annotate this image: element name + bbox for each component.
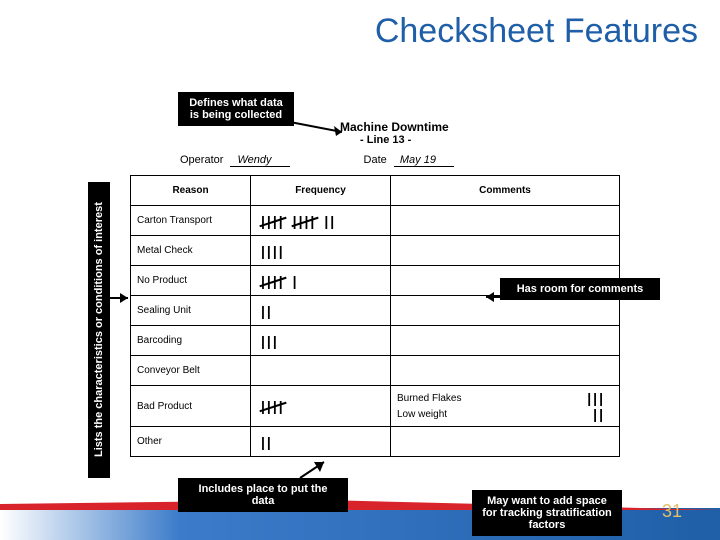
comment-cell [391, 206, 620, 236]
frequency-cell: |||| [251, 236, 391, 266]
frequency-cell: || [251, 296, 391, 326]
comment-cell [391, 296, 620, 326]
sheet-fields: Operator Wendy Date May 19 [180, 154, 454, 167]
reason-cell: No Product [131, 266, 251, 296]
reason-cell: Carton Transport [131, 206, 251, 236]
table-row: Bad Product |||| Burned Flakes|||Low wei… [131, 386, 620, 427]
frequency-cell: ||| [251, 326, 391, 356]
frequency-cell [251, 356, 391, 386]
reason-cell: Barcoding [131, 326, 251, 356]
col-frequency: Frequency [251, 176, 391, 206]
callout-lists: Lists the characteristics or conditions … [88, 182, 110, 478]
comment-cell [391, 236, 620, 266]
frequency-cell: |||| [251, 386, 391, 427]
frequency-cell: ||||| [251, 266, 391, 296]
frequency-cell: || [251, 427, 391, 457]
col-comments: Comments [391, 176, 620, 206]
table-row: Conveyor Belt [131, 356, 620, 386]
slide-title: Checksheet Features [375, 12, 698, 51]
table-row: Barcoding ||| [131, 326, 620, 356]
arrow-icon [290, 118, 350, 143]
sheet-subtitle: - Line 13 - [360, 134, 411, 146]
callout-includes: Includes place to put the data [178, 478, 348, 512]
col-reason: Reason [131, 176, 251, 206]
page-number: 31 [662, 501, 682, 522]
comment-cell [391, 427, 620, 457]
comment-cell [391, 326, 620, 356]
operator-label: Operator [180, 154, 223, 166]
table-row: Metal Check |||| [131, 236, 620, 266]
reason-cell: Sealing Unit [131, 296, 251, 326]
checksheet-table: Reason Frequency Comments Carton Transpo… [130, 175, 620, 457]
sheet-title: Machine Downtime [340, 120, 449, 134]
date-label: Date [364, 154, 387, 166]
table-row: Sealing Unit || [131, 296, 620, 326]
callout-bottom: May want to add space for tracking strat… [472, 490, 622, 536]
date-value: May 19 [394, 154, 454, 167]
reason-cell: Bad Product [131, 386, 251, 427]
comment-cell [391, 356, 620, 386]
reason-cell: Other [131, 427, 251, 457]
arrow-icon [108, 290, 134, 311]
comment-cell: Burned Flakes|||Low weight|| [391, 386, 620, 427]
callout-defines: Defines what data is being collected [178, 92, 294, 126]
reason-cell: Conveyor Belt [131, 356, 251, 386]
table-row: Carton Transport |||||||||| [131, 206, 620, 236]
operator-value: Wendy [230, 154, 290, 167]
reason-cell: Metal Check [131, 236, 251, 266]
callout-room: Has room for comments [500, 278, 660, 300]
table-row: Other || [131, 427, 620, 457]
frequency-cell: |||||||||| [251, 206, 391, 236]
